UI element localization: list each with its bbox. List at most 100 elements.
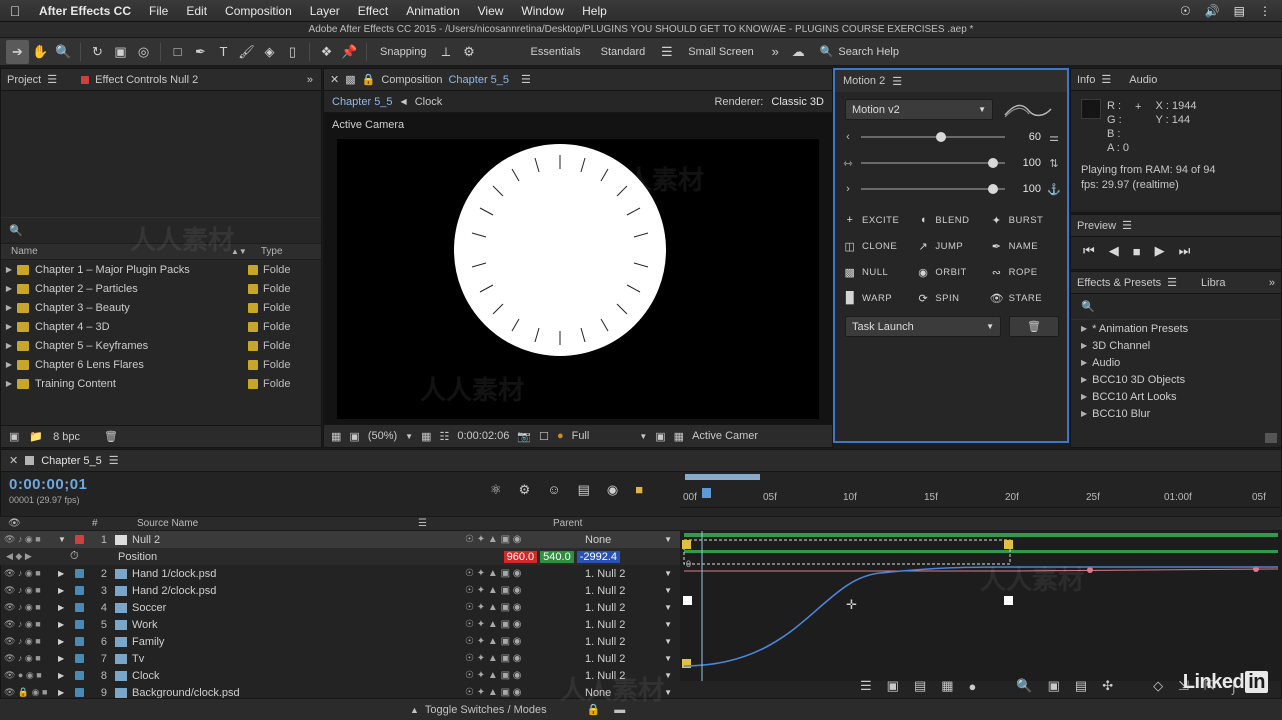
expand-arrow-icon[interactable]: ▶ [58,586,68,595]
toggle-switches-arrow-icon[interactable]: ▲ [410,705,419,715]
layer-color-chip[interactable] [75,603,84,612]
delete-icon[interactable]: 🗑 [104,430,118,443]
motion-blur-icon[interactable]: ▤ [578,482,590,498]
motion-version-select[interactable]: Motion v2 ▼ [845,99,993,120]
composition-menu-icon[interactable]: ☰ [521,73,531,86]
tab-info[interactable]: Info [1077,74,1095,86]
stare-button[interactable]: 👁 STARE [990,286,1063,310]
table-row[interactable]: 👁 ♪ ◉ ■ ▶ 2 Hand 1/clock.psd ☉ ✦ ▲ ▣ ◉ 1… [0,565,680,582]
project-overflow-icon[interactable]: » [307,74,313,86]
timeline-menu-icon[interactable]: ☰ [109,454,119,467]
expand-arrow-icon[interactable]: ▼ [58,535,68,544]
workspace-essentials[interactable]: Essentials [521,46,591,58]
toggle-mask-icon[interactable]: ▣ [349,430,359,443]
layer-name[interactable]: Tv [132,653,465,665]
timeline-scrollbar[interactable]: ▬ [614,704,625,716]
timeline-current-time[interactable]: 0:00:00;01 00001 (29.97 fps) [9,476,87,505]
menu-view[interactable]: View [469,0,513,22]
menu-app-name[interactable]: After Effects CC [30,0,140,22]
hand-tool-icon[interactable]: ✋ [29,40,52,64]
task-launch-select[interactable]: Task Launch ▼ [845,316,1001,337]
new-comp-icon[interactable]: ▣ [9,430,19,443]
expand-arrow-icon[interactable]: ▶ [1081,341,1087,350]
camera-tool-icon[interactable]: ▣ [109,40,132,64]
stopwatch-icon[interactable]: ⏱ [58,550,118,563]
bit-depth-label[interactable]: 8 bpc [53,431,80,443]
project-menu-icon[interactable]: ☰ [47,73,57,86]
property-row[interactable]: ◀ ◆ ▶ ⏱ Position 960.0 540.0 -2992.4 [0,548,680,565]
shape-tool-icon[interactable]: □ [166,40,189,64]
expand-arrow-icon[interactable]: ▶ [1,303,17,312]
layer-color-chip[interactable] [75,671,84,680]
zoom-level[interactable]: (50%) [368,430,397,442]
third-value[interactable]: 100 [1011,183,1041,195]
layer-color-chip[interactable] [75,569,84,578]
layer-toggles[interactable]: 👁 ♪ ◉ ■ [0,585,58,596]
menu-window[interactable]: Window [512,0,573,22]
layer-parent[interactable]: None ▼ [585,534,680,546]
siri-icon[interactable]: ☉ [1173,4,1198,18]
angle-left-icon[interactable]: ‹ [841,131,855,143]
search-help[interactable]: 🔍 Search Help [820,45,899,59]
clone-stamp-tool-icon[interactable]: ◈ [258,40,281,64]
layer-name[interactable]: Hand 2/clock.psd [132,585,465,597]
expand-arrow-icon[interactable]: ▶ [1081,392,1087,401]
slider-knob[interactable] [987,184,998,194]
list-item[interactable]: ▶ * Animation Presets [1071,320,1281,337]
third-slider[interactable] [861,184,1005,194]
close-icon[interactable]: ✕ [330,73,339,86]
source-name-header[interactable]: Source Name [137,518,198,529]
menu-edit[interactable]: Edit [177,0,216,22]
table-row[interactable]: 👁 ♪ ◉ ■ ▶ 5 Work ☉ ✦ ▲ ▣ ◉ 1. Null 2 ▼ [0,616,680,633]
workspace-small-screen[interactable]: Small Screen [678,46,763,58]
expand-arrow-icon[interactable]: ▶ [58,603,68,612]
rope-button[interactable]: ∾ ROPE [990,260,1063,284]
layer-switches[interactable]: ☉ ✦ ▲ ▣ ◉ [465,636,585,647]
blend-button[interactable]: ◖ BLEND [916,208,989,232]
zoom-tool-icon[interactable]: 🔍 [52,40,75,64]
expand-arrow-icon[interactable]: ▶ [1,379,17,388]
brush-tool-icon[interactable]: 🖌 [235,40,258,64]
layer-name[interactable]: Family [132,636,465,648]
current-time-display[interactable]: 0:00:02:06 [457,430,509,442]
layer-toggles[interactable]: 👁 ● ◉ ■ [0,670,58,681]
breadcrumb-layer[interactable]: Clock [415,96,443,108]
resolution-value[interactable]: Full [572,430,590,442]
layer-name[interactable]: Background/clock.psd [132,687,465,699]
slider-knob[interactable] [987,158,998,168]
layer-switches[interactable]: ☉ ✦ ▲ ▣ ◉ [465,687,585,698]
expand-arrow-icon[interactable]: ▶ [1,360,17,369]
expand-arrow-icon[interactable]: ▶ [1,284,17,293]
draft-3d-icon[interactable]: ⚙ [519,482,531,498]
layer-switches[interactable]: ☉ ✦ ▲ ▣ ◉ [465,585,585,596]
expand-arrow-icon[interactable]: ▶ [1081,375,1087,384]
composition-tab-label[interactable]: Composition [381,74,442,86]
layer-name[interactable]: Hand 1/clock.psd [132,568,465,580]
apple-icon[interactable]:  [0,3,30,19]
expand-arrow-icon[interactable]: ▶ [1,265,17,274]
battery-icon[interactable]: ▤ [1227,4,1252,18]
grid-icon[interactable]: ▦ [421,430,431,443]
list-item[interactable]: ▶ Training Content Folde [1,374,321,393]
tab-libraries[interactable]: Libra [1201,277,1225,289]
pin-icon[interactable]: ⚌ [1047,131,1061,144]
fit-selection-icon[interactable]: ▣ [887,678,899,694]
task-trash-button[interactable]: 🗑 [1009,316,1059,337]
expand-arrow-icon[interactable]: ▶ [58,637,68,646]
sync-settings-icon[interactable]: ☁ [787,40,810,64]
tab-effect-controls[interactable]: Effect Controls Null 2 [95,74,198,86]
eraser-tool-icon[interactable]: ▯ [281,40,304,64]
width-icon[interactable]: ⇿ [841,157,855,170]
width-value[interactable]: 100 [1011,157,1041,169]
effects-search[interactable]: 🔍 [1071,294,1281,320]
layer-parent[interactable]: 1. Null 2 ▼ [585,602,680,614]
menu-layer[interactable]: Layer [301,0,349,22]
layer-toggles[interactable]: 👁 🔒 ◉ ■ [0,687,58,698]
angle-value[interactable]: 60 [1011,131,1041,143]
expand-arrow-icon[interactable]: ▶ [1,322,17,331]
parent-header[interactable]: Parent [553,518,582,529]
list-item[interactable]: ▶ BCC10 Art Looks [1071,388,1281,405]
layer-name[interactable]: Clock [132,670,465,682]
layer-name[interactable]: Work [132,619,465,631]
pen-tool-icon[interactable]: ✒ [189,40,212,64]
